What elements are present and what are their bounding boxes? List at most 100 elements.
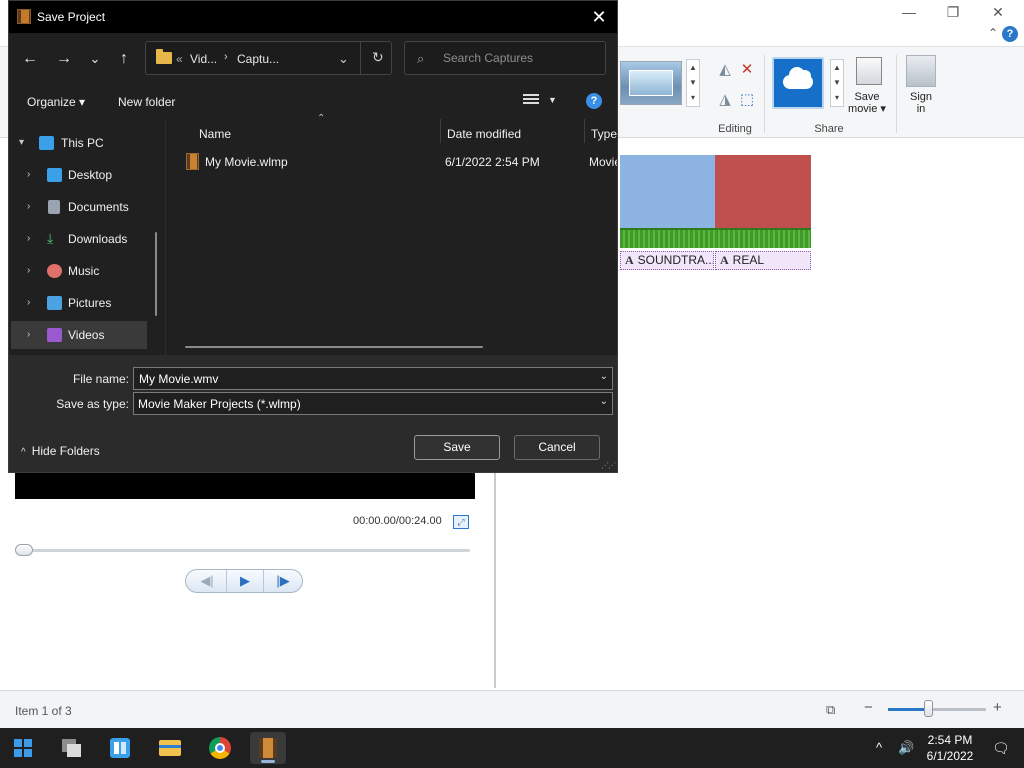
seek-thumb[interactable]: [15, 544, 33, 556]
address-segment-captures[interactable]: Captu...: [237, 52, 279, 66]
chevron-up-icon: ^: [21, 447, 26, 458]
address-dropdown-icon[interactable]: ⌄: [338, 51, 349, 67]
collapsed-chevron-icon[interactable]: ›: [27, 161, 30, 189]
onedrive-button[interactable]: [772, 57, 824, 109]
recent-locations-button[interactable]: ⌄: [84, 48, 106, 70]
theme-thumbnail[interactable]: [620, 61, 682, 105]
file-explorer-button[interactable]: [152, 732, 188, 764]
tree-item-videos[interactable]: › Videos: [11, 321, 147, 349]
clip-thumbnail[interactable]: [715, 155, 811, 228]
dialog-close-button[interactable]: ✕: [585, 3, 613, 31]
tree-item-downloads[interactable]: › ⤓ Downloads: [11, 225, 147, 253]
save-movie-button[interactable]: Save movie ▾: [842, 91, 892, 115]
widgets-button[interactable]: [102, 732, 138, 764]
ribbon-separator: [896, 55, 897, 133]
taskbar-clock[interactable]: 2:54 PM 6/1/2022: [918, 732, 982, 764]
new-folder-button[interactable]: New folder: [118, 95, 175, 109]
hide-folders-button[interactable]: ^ Hide Folders: [21, 444, 100, 458]
tray-overflow-icon[interactable]: ^: [876, 740, 882, 755]
volume-icon[interactable]: 🔊: [898, 740, 914, 756]
clip-thumbnail[interactable]: [620, 155, 715, 228]
file-list-scrollbar[interactable]: [185, 346, 483, 348]
save-button[interactable]: Save: [414, 435, 500, 460]
seek-bar[interactable]: [20, 549, 470, 552]
tree-item-this-pc[interactable]: ▾ This PC: [11, 129, 147, 157]
select-all-icon[interactable]: ⬚: [738, 91, 756, 109]
collapsed-chevron-icon[interactable]: ›: [27, 321, 30, 349]
address-segment-videos[interactable]: Vid...: [190, 52, 217, 66]
rotate-left-icon[interactable]: ◭: [716, 61, 734, 79]
collapsed-chevron-icon[interactable]: ›: [27, 289, 30, 317]
back-button[interactable]: ←: [19, 48, 41, 70]
up-button[interactable]: ↑: [113, 48, 135, 70]
view-options-icon[interactable]: [523, 94, 539, 108]
save-as-type-label: Save as type:: [56, 397, 129, 411]
audio-track[interactable]: [620, 228, 811, 248]
caption-item[interactable]: A REAL: [715, 251, 811, 270]
movie-maker-taskbar-button[interactable]: [250, 732, 286, 764]
tree-item-music[interactable]: › Music: [11, 257, 147, 285]
collapsed-chevron-icon[interactable]: ›: [27, 193, 30, 221]
save-as-type-dropdown-icon[interactable]: ⌄: [600, 396, 608, 407]
forward-button[interactable]: →: [53, 48, 75, 70]
address-bar[interactable]: « Vid... › Captu... ⌄ ↻: [145, 41, 392, 75]
collapsed-chevron-icon[interactable]: ›: [27, 257, 30, 285]
address-divider: [360, 42, 361, 74]
next-frame-button[interactable]: |▶: [264, 570, 302, 592]
tree-item-pictures[interactable]: › Pictures: [11, 289, 147, 317]
notification-icon[interactable]: 🗨: [992, 740, 1010, 757]
file-name-input[interactable]: [134, 368, 584, 389]
video-preview[interactable]: [15, 471, 475, 499]
task-view-button[interactable]: [54, 732, 90, 764]
column-header-date-modified[interactable]: Date modified: [447, 123, 521, 145]
fullscreen-icon[interactable]: ⤢: [453, 515, 469, 529]
zoom-out-button[interactable]: −: [864, 699, 873, 716]
resize-grip-icon[interactable]: ⋰⋰: [601, 461, 616, 470]
save-movie-icon[interactable]: [856, 57, 882, 85]
sign-in-icon[interactable]: [906, 55, 936, 87]
zoom-thumb[interactable]: [924, 700, 933, 717]
app-help-icon[interactable]: ?: [1002, 26, 1018, 42]
previous-frame-button[interactable]: ◀|: [188, 570, 226, 592]
dialog-titlebar[interactable]: Save Project ✕: [9, 1, 617, 33]
windows-logo-icon: [14, 739, 32, 757]
column-header-name[interactable]: Name: [199, 123, 231, 145]
ribbon-collapse-icon[interactable]: ⌃: [988, 26, 998, 40]
chrome-button[interactable]: [201, 732, 237, 764]
search-input[interactable]: [443, 42, 601, 74]
rotate-right-icon[interactable]: ◮: [716, 91, 734, 109]
save-as-type-value: Movie Maker Projects (*.wlmp): [138, 397, 301, 411]
address-overflow[interactable]: «: [176, 52, 183, 66]
thumbnail-size-icon[interactable]: ⧉: [826, 702, 835, 718]
column-header-type[interactable]: Type: [591, 123, 617, 145]
sign-in-button[interactable]: Sign in: [900, 91, 942, 115]
file-row[interactable]: My Movie.wlmp 6/1/2022 2:54 PM Movie: [177, 151, 617, 173]
file-name-dropdown-icon[interactable]: ⌄: [600, 371, 608, 382]
zoom-in-button[interactable]: +: [993, 699, 1002, 716]
remove-icon[interactable]: ✕: [738, 61, 756, 79]
save-project-dialog: Save Project ✕ ← → ⌄ ↑ « Vid... › Captu.…: [8, 0, 618, 473]
help-icon[interactable]: ?: [586, 93, 602, 109]
column-separator[interactable]: [584, 119, 585, 143]
caption-item[interactable]: A SOUNDTRA...: [620, 251, 714, 270]
tree-item-desktop[interactable]: › Desktop: [11, 161, 147, 189]
address-separator[interactable]: ›: [224, 51, 228, 63]
start-button[interactable]: [5, 732, 41, 764]
nav-pane-scrollbar[interactable]: [155, 232, 157, 316]
app-close-button[interactable]: ✕: [975, 2, 1021, 22]
cancel-button[interactable]: Cancel: [514, 435, 600, 460]
theme-gallery-scroll[interactable]: ▲ ▼ ▾: [686, 59, 700, 107]
save-as-type-select[interactable]: Movie Maker Projects (*.wlmp) ⌄: [133, 392, 613, 415]
refresh-button[interactable]: ↻: [372, 49, 384, 66]
column-separator[interactable]: [440, 119, 441, 143]
minimize-button[interactable]: —: [886, 2, 932, 22]
pane-divider: [165, 119, 166, 355]
collapsed-chevron-icon[interactable]: ›: [27, 225, 30, 253]
organize-menu[interactable]: Organize ▾: [27, 95, 85, 109]
view-dropdown-icon[interactable]: ▼: [548, 95, 557, 105]
play-button[interactable]: ▶: [226, 570, 264, 592]
maximize-button[interactable]: ❐: [930, 2, 976, 22]
movie-maker-icon: [17, 9, 31, 24]
expanded-chevron-icon[interactable]: ▾: [19, 129, 24, 157]
tree-item-documents[interactable]: › Documents: [11, 193, 147, 221]
